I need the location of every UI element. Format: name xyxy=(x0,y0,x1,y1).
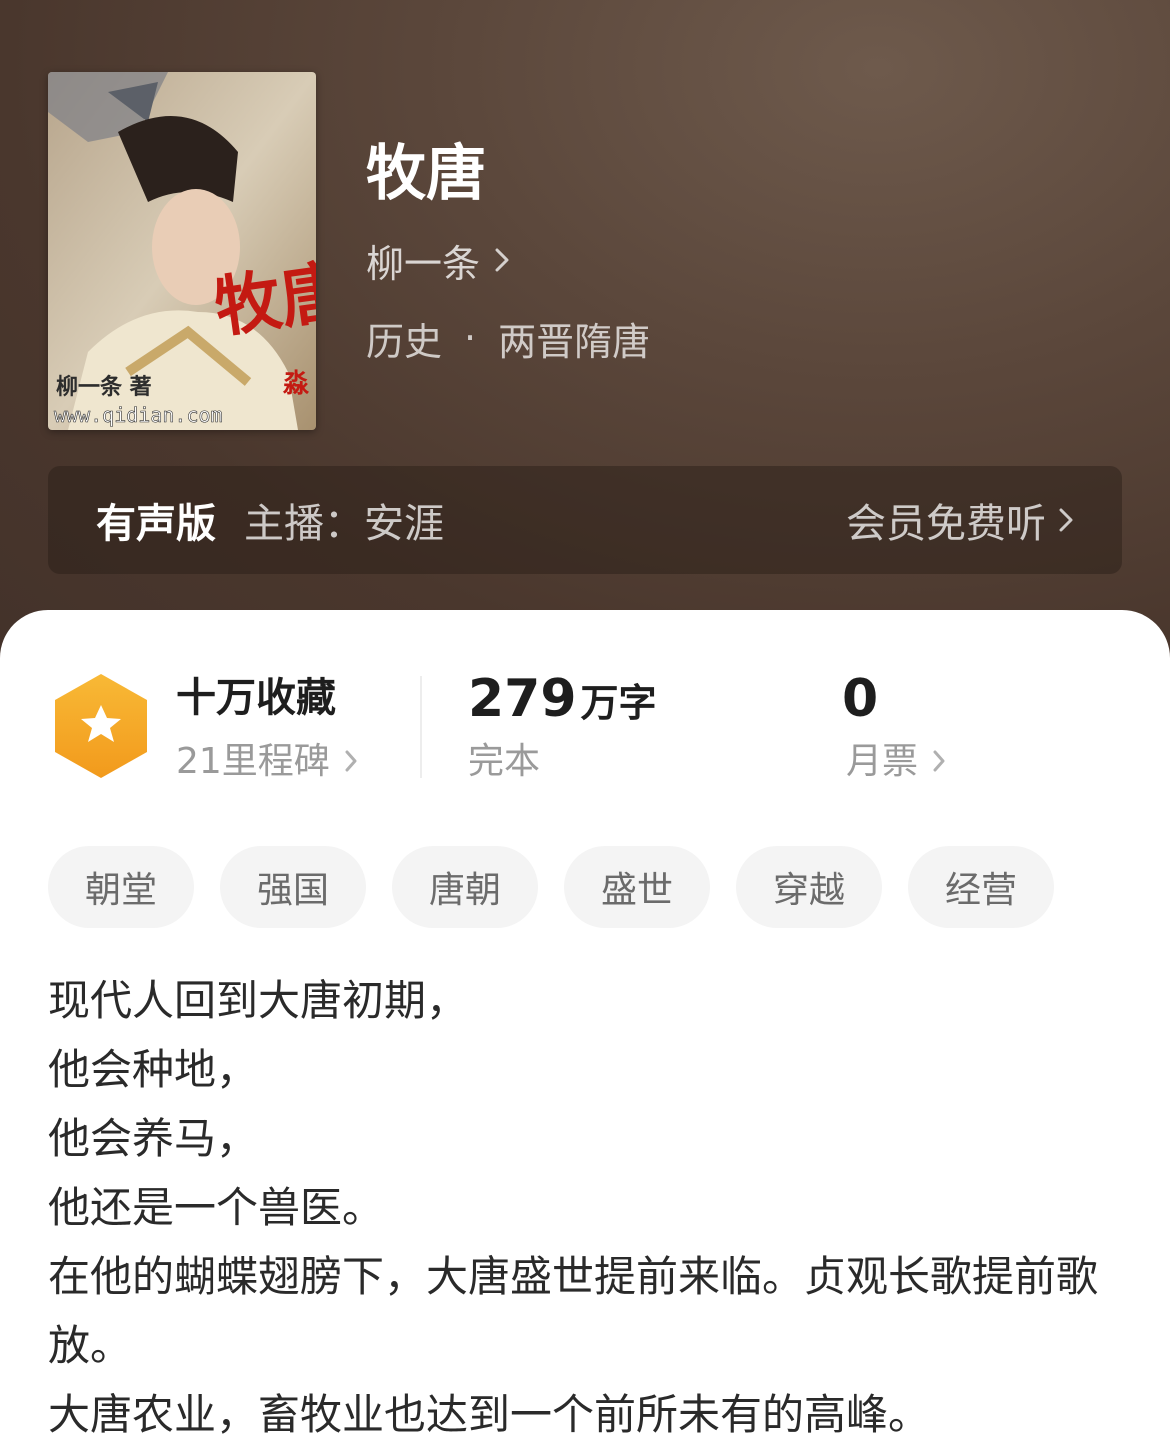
word-count: 279 万字 xyxy=(468,668,657,734)
cover-author-art: 柳一条 著 xyxy=(56,374,152,400)
genre-row: 历史 · 两晋隋唐 xyxy=(366,312,650,364)
synopsis[interactable]: 现代人回到大唐初期， 他会种地， 他会养马， 他还是一个兽医。 在他的蝴蝶翅膀下… xyxy=(48,966,1128,1449)
tag-chip[interactable]: 盛世 xyxy=(564,846,710,928)
tag-chip[interactable]: 唐朝 xyxy=(392,846,538,928)
tag-chip[interactable]: 朝堂 xyxy=(48,846,194,928)
audio-version-label: 有声版 xyxy=(96,501,216,547)
cover-art: 牧唐 柳一条 著 淼 www.qidian.com xyxy=(48,72,316,430)
synopsis-line: 现代人回到大唐初期， xyxy=(48,976,469,1025)
member-listen-label: 会员免费听 xyxy=(846,501,1046,547)
genre-category[interactable]: 历史 xyxy=(366,311,442,366)
synopsis-line: 大唐农业，畜牧业也达到一个前所未有的高峰。 xyxy=(48,1390,931,1439)
book-cover[interactable]: 牧唐 柳一条 著 淼 www.qidian.com xyxy=(48,72,316,430)
favorites-stat: 十万收藏 xyxy=(176,675,336,721)
chevron-right-icon xyxy=(344,738,358,786)
tag-chip[interactable]: 经营 xyxy=(908,846,1054,928)
synopsis-line: 在他的蝴蝶翅膀下，大唐盛世提前来临。贞观长歌提前歌放。 xyxy=(48,1252,1099,1370)
audio-host: 主播：安涯 xyxy=(244,501,444,547)
synopsis-line: 他会种地， xyxy=(48,1045,259,1094)
synopsis-line: 他还是一个兽医。 xyxy=(48,1183,385,1232)
synopsis-line: 他会养马， xyxy=(48,1114,259,1163)
chevron-right-icon xyxy=(494,238,510,282)
audio-version-bar[interactable]: 有声版 主播：安涯 会员免费听 xyxy=(48,466,1122,574)
author-link[interactable]: 柳一条 xyxy=(366,236,510,286)
monthly-ticket-link[interactable]: 月票 xyxy=(846,738,946,786)
genre-separator: · xyxy=(464,316,477,360)
cover-mark: 淼 xyxy=(282,369,310,399)
milestone-label: 21里程碑 xyxy=(176,741,330,782)
tag-list: 朝堂 强国 唐朝 盛世 穿越 经营 xyxy=(48,846,1054,928)
word-count-number: 279 xyxy=(468,669,577,729)
genre-subcategory[interactable]: 两晋隋唐 xyxy=(498,311,650,366)
monthly-ticket-count: 0 xyxy=(842,669,879,729)
stats-divider xyxy=(420,676,422,778)
tag-chip[interactable]: 强国 xyxy=(220,846,366,928)
cover-site: www.qidian.com xyxy=(54,403,223,427)
star-badge-icon xyxy=(52,672,150,780)
member-listen-button[interactable]: 会员免费听 xyxy=(846,491,1074,549)
word-count-unit: 万字 xyxy=(580,681,657,725)
book-title: 牧唐 xyxy=(366,139,486,209)
author-name: 柳一条 xyxy=(366,241,481,286)
chevron-right-icon xyxy=(932,738,946,786)
milestone-link[interactable]: 21里程碑 xyxy=(176,738,358,786)
monthly-ticket-label: 月票 xyxy=(846,741,919,782)
tag-chip[interactable]: 穿越 xyxy=(736,846,882,928)
chevron-right-icon xyxy=(1058,497,1074,543)
completion-status: 完本 xyxy=(468,741,541,782)
